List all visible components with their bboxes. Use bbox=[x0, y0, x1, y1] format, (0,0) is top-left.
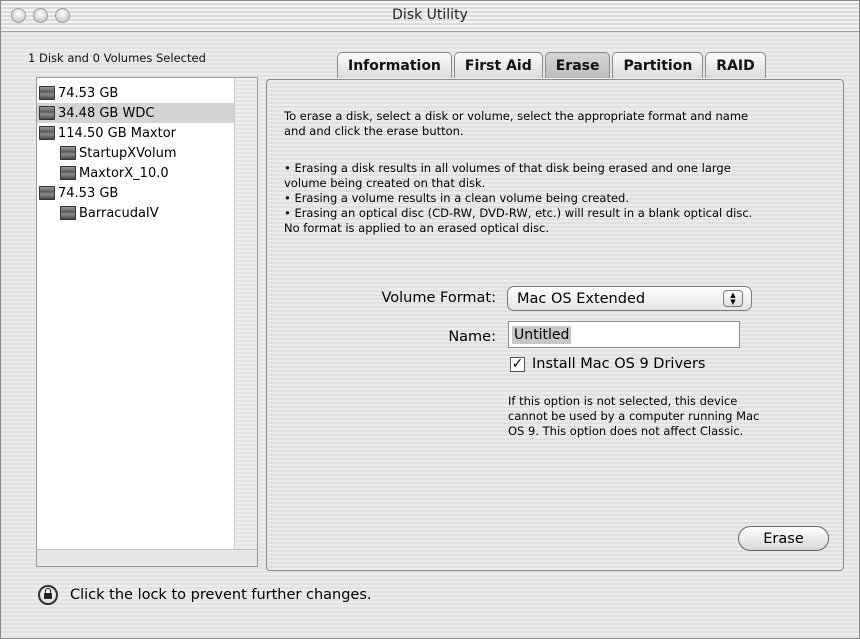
hard-disk-icon bbox=[39, 186, 55, 200]
volume-format-value: Mac OS Extended bbox=[517, 290, 646, 307]
note-line: • Erasing a volume results in a clean vo… bbox=[284, 191, 630, 205]
note-line: • Erasing an optical disc (CD-RW, DVD-RW… bbox=[284, 206, 753, 220]
up-down-arrows-icon: ▲ ▼ bbox=[723, 290, 743, 307]
note-line: If this option is not selected, this dev… bbox=[508, 394, 738, 408]
volume-list-item[interactable]: StartupXVolum bbox=[60, 143, 259, 163]
disk-utility-window: Disk Utility 1 Disk and 0 Volumes Select… bbox=[0, 0, 860, 639]
hard-disk-icon bbox=[39, 126, 55, 140]
hard-disk-icon bbox=[39, 86, 55, 100]
tab-information[interactable]: Information bbox=[337, 52, 452, 78]
tab-partition[interactable]: Partition bbox=[612, 52, 704, 78]
tab-raid[interactable]: RAID bbox=[705, 52, 766, 78]
horizontal-scrollbar[interactable] bbox=[37, 549, 257, 566]
drivers-note: If this option is not selected, this dev… bbox=[508, 394, 828, 439]
disk-list-item[interactable]: 114.50 GB Maxtor bbox=[39, 123, 238, 143]
note-line: cannot be used by a computer running Mac bbox=[508, 409, 760, 423]
tab-first-aid[interactable]: First Aid bbox=[453, 52, 543, 78]
volume-icon bbox=[60, 146, 76, 160]
tab-bar: Information First Aid Erase Partition RA… bbox=[337, 52, 768, 79]
disk-label: 34.48 GB WDC bbox=[58, 105, 155, 121]
volume-label: MaxtorX_10.0 bbox=[79, 165, 169, 181]
volume-icon bbox=[60, 166, 76, 180]
note-line: • Erasing a disk results in all volumes … bbox=[284, 161, 731, 175]
volume-format-popup[interactable]: Mac OS Extended ▲ ▼ bbox=[507, 286, 752, 311]
lock-text: Click the lock to prevent further change… bbox=[70, 587, 372, 603]
hard-disk-icon bbox=[39, 106, 55, 120]
tab-erase[interactable]: Erase bbox=[544, 52, 611, 78]
volume-label: BarracudaIV bbox=[79, 205, 159, 221]
name-field[interactable]: Untitled bbox=[508, 321, 740, 348]
name-label: Name: bbox=[448, 329, 496, 345]
note-line: volume being created on that disk. bbox=[284, 176, 486, 190]
erase-notes: • Erasing a disk results in all volumes … bbox=[284, 161, 834, 236]
checkmark-icon: ✓ bbox=[511, 356, 524, 372]
disk-label: 74.53 GB bbox=[58, 185, 119, 201]
volume-list-item[interactable]: MaxtorX_10.0 bbox=[60, 163, 259, 183]
install-drivers-label[interactable]: Install Mac OS 9 Drivers bbox=[532, 356, 705, 372]
disk-list-item[interactable]: 34.48 GB WDC bbox=[37, 103, 238, 123]
selection-status: 1 Disk and 0 Volumes Selected bbox=[28, 51, 206, 65]
disk-label: 74.53 GB bbox=[58, 85, 119, 101]
instruction-line: To erase a disk, select a disk or volume… bbox=[284, 109, 749, 123]
vertical-scrollbar[interactable] bbox=[234, 78, 257, 566]
disk-list-item[interactable]: 74.53 GB bbox=[39, 183, 238, 203]
install-drivers-checkbox[interactable]: ✓ bbox=[510, 356, 525, 372]
lock-icon[interactable] bbox=[38, 585, 58, 605]
note-line: No format is applied to an erased optica… bbox=[284, 221, 550, 235]
erase-panel: To erase a disk, select a disk or volume… bbox=[266, 79, 844, 571]
name-value: Untitled bbox=[512, 325, 572, 344]
erase-instructions: To erase a disk, select a disk or volume… bbox=[284, 109, 834, 139]
volume-label: StartupXVolum bbox=[79, 145, 177, 161]
note-line: OS 9. This option does not affect Classi… bbox=[508, 424, 744, 438]
window-title: Disk Utility bbox=[392, 7, 468, 23]
instruction-line: and and click the erase button. bbox=[284, 124, 464, 138]
title-bar: Disk Utility bbox=[1, 1, 859, 32]
volume-icon bbox=[60, 206, 76, 220]
disk-label: 114.50 GB Maxtor bbox=[58, 125, 177, 141]
disk-list: 74.53 GB 34.48 GB WDC 114.50 GB Maxtor S… bbox=[36, 77, 258, 567]
disk-list-item[interactable]: 74.53 GB bbox=[39, 83, 238, 103]
lock-area: Click the lock to prevent further change… bbox=[38, 585, 372, 605]
install-drivers-option: ✓ Install Mac OS 9 Drivers bbox=[510, 356, 705, 372]
erase-button[interactable]: Erase bbox=[738, 526, 829, 551]
volume-format-label: Volume Format: bbox=[381, 290, 496, 306]
volume-list-item[interactable]: BarracudaIV bbox=[60, 203, 259, 223]
